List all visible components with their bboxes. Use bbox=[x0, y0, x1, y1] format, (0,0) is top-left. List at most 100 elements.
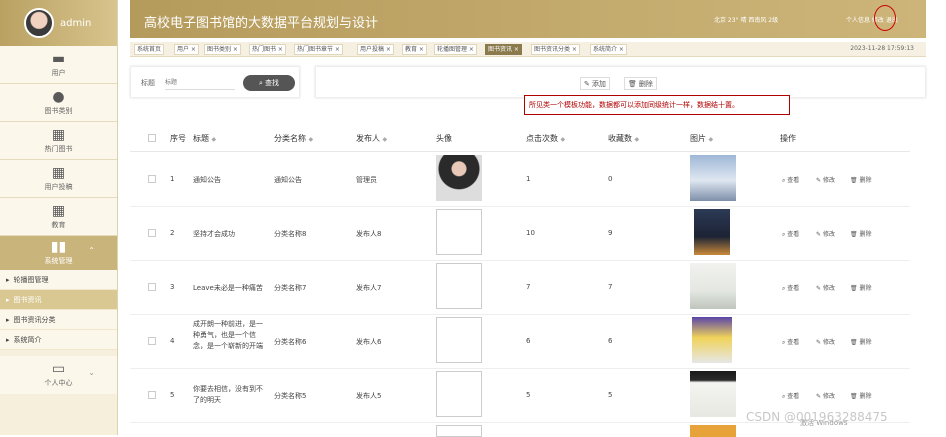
delete-row-button-label: 删除 bbox=[859, 285, 872, 292]
sidebar-subitem-about[interactable]: ▸ 系统简介 bbox=[0, 330, 117, 350]
sidebar-group-system[interactable]: ▮▮ 系统管理 ⌃ bbox=[0, 236, 117, 270]
delete-row-button[interactable]: 🗑 删除 bbox=[850, 283, 872, 292]
tab-about[interactable]: 系统简介 × bbox=[590, 44, 627, 55]
sidebar-item-hot-books[interactable]: ▦ 热门图书 bbox=[0, 122, 117, 160]
search-card: 标题 ⌕ 查找 bbox=[130, 66, 300, 98]
view-button-label: 查看 bbox=[787, 285, 800, 292]
sidebar-item-label: 用户 bbox=[51, 68, 66, 77]
view-button-label: 查看 bbox=[787, 393, 800, 400]
delete-row-button[interactable]: 🗑 删除 bbox=[850, 229, 872, 238]
tab-carousel[interactable]: 轮播图管理 × bbox=[434, 44, 477, 55]
sidebar-item-users[interactable]: ▬ 用户 bbox=[0, 46, 117, 84]
delete-row-button[interactable]: 🗑 删除 bbox=[850, 175, 872, 184]
search-icon: ⌕ bbox=[259, 78, 263, 87]
annotation-note: 所见类一个模板功能，数据都可以添加同级统计一样，数据结十置。 bbox=[524, 95, 790, 115]
cell-favorites: 7 bbox=[608, 283, 613, 291]
row-checkbox[interactable] bbox=[148, 229, 156, 237]
col-title[interactable]: 标题 ◆ bbox=[193, 133, 216, 144]
sidebar-item-label: 教育 bbox=[51, 220, 66, 229]
tab-home[interactable]: 系统首页 bbox=[134, 44, 165, 55]
col-clicks[interactable]: 点击次数 ◆ bbox=[526, 133, 565, 144]
search-button[interactable]: ⌕ 查找 bbox=[243, 75, 295, 91]
col-actions-label: 操作 bbox=[780, 134, 796, 143]
tab-hot-books[interactable]: 热门图书 × bbox=[249, 44, 286, 55]
row-checkbox[interactable] bbox=[148, 283, 156, 291]
cell-category: 分类名称5 bbox=[274, 392, 307, 400]
sidebar-item-user-posts[interactable]: ▦ 用户投稿 bbox=[0, 160, 117, 198]
view-button-label: 查看 bbox=[787, 231, 800, 238]
row-checkbox[interactable] bbox=[148, 391, 156, 399]
sort-icon: ◆ bbox=[708, 136, 714, 143]
tab-users[interactable]: 用户 × bbox=[174, 44, 199, 55]
tab-user-posts[interactable]: 用户投稿 × bbox=[357, 44, 394, 55]
delete-row-button-label: 删除 bbox=[859, 231, 872, 238]
row-checkbox[interactable] bbox=[148, 175, 156, 183]
table-row: 2 坚持才会成功 分类名称8 发布人8 10 9 ⌕ 查看 ✎ 修改 🗑 删除 bbox=[130, 207, 910, 261]
view-button[interactable]: ⌕ 查看 bbox=[782, 175, 799, 185]
news-image bbox=[690, 263, 736, 309]
cell-category: 分类名称7 bbox=[274, 284, 307, 292]
tab-education[interactable]: 教育 × bbox=[402, 44, 427, 55]
sidebar-item-personal-center[interactable]: ▭ 个人中心 ⌄ bbox=[0, 356, 117, 394]
table-row: 1 通知公告 通知公告 管理员 1 0 ⌕ 查看 ✎ 修改 🗑 删除 bbox=[130, 153, 910, 207]
search-button-label: 查找 bbox=[264, 79, 279, 87]
trash-icon: 🗑 bbox=[850, 231, 858, 238]
cell-index: 5 bbox=[170, 391, 175, 399]
tab-book-category[interactable]: 图书类别 × bbox=[204, 44, 241, 55]
cell-index: 1 bbox=[170, 175, 175, 183]
grid-icon: ▦ bbox=[51, 126, 66, 143]
view-button[interactable]: ⌕ 查看 bbox=[782, 283, 799, 293]
search-input[interactable] bbox=[165, 76, 235, 90]
sidebar-item-book-category[interactable]: ● 图书类别 bbox=[0, 84, 117, 122]
news-image bbox=[690, 425, 736, 437]
row-checkbox[interactable] bbox=[148, 337, 156, 345]
col-publisher[interactable]: 发布人 ◆ bbox=[356, 133, 387, 144]
sidebar-group-label: 系统管理 bbox=[44, 257, 73, 265]
sidebar-subitem-book-news[interactable]: ▸ 图书资讯 bbox=[0, 290, 117, 310]
delete-row-button[interactable]: 🗑 删除 bbox=[850, 337, 872, 346]
cell-category: 分类名称8 bbox=[274, 230, 307, 238]
col-index: 序号 bbox=[170, 133, 186, 144]
edit-button-label: 修改 bbox=[822, 393, 835, 400]
edit-button[interactable]: ✎ 修改 bbox=[816, 391, 835, 400]
cell-clicks: 10 bbox=[526, 229, 535, 237]
search-icon: ⌕ bbox=[782, 285, 786, 292]
add-button-label: 添加 bbox=[591, 79, 606, 88]
edit-button[interactable]: ✎ 修改 bbox=[816, 175, 835, 184]
tab-book-news[interactable]: 图书资讯 × bbox=[485, 44, 522, 55]
cell-category: 通知公告 bbox=[274, 176, 302, 184]
delete-row-button[interactable]: 🗑 删除 bbox=[850, 391, 872, 400]
cell-clicks: 7 bbox=[526, 283, 531, 291]
search-icon: ⌕ bbox=[782, 393, 786, 400]
sort-icon: ◆ bbox=[211, 136, 217, 143]
tab-news-category[interactable]: 图书资讯分类 × bbox=[531, 44, 580, 55]
col-favorites[interactable]: 收藏数 ◆ bbox=[608, 133, 639, 144]
edit-button[interactable]: ✎ 修改 bbox=[816, 337, 835, 346]
user-box: admin bbox=[0, 0, 117, 46]
chevron-up-icon: ⌃ bbox=[88, 246, 95, 255]
col-category[interactable]: 分类名称 ◆ bbox=[274, 133, 313, 144]
trash-icon: 🗑 bbox=[850, 339, 858, 346]
add-button[interactable]: ✎ 添加 bbox=[580, 77, 610, 90]
avatar-image-broken bbox=[436, 425, 482, 437]
sidebar-item-education[interactable]: ▦ 教育 bbox=[0, 198, 117, 236]
sidebar-subitem-news-category[interactable]: ▸ 图书资讯分类 bbox=[0, 310, 117, 330]
avatar-image bbox=[436, 155, 482, 201]
select-all-checkbox[interactable] bbox=[148, 134, 156, 142]
cell-favorites: 5 bbox=[608, 391, 613, 399]
edit-button[interactable]: ✎ 修改 bbox=[816, 283, 835, 292]
delete-button[interactable]: 🗑 删除 bbox=[624, 77, 657, 90]
sort-icon: ◆ bbox=[308, 136, 314, 143]
view-button[interactable]: ⌕ 查看 bbox=[782, 391, 799, 401]
edit-button[interactable]: ✎ 修改 bbox=[816, 229, 835, 238]
cell-clicks: 6 bbox=[526, 337, 531, 345]
tab-hot-book-chapters[interactable]: 热门图书章节 × bbox=[294, 44, 343, 55]
avatar[interactable] bbox=[24, 8, 54, 38]
sidebar-subitem-carousel[interactable]: ▸ 轮播图管理 bbox=[0, 270, 117, 290]
view-button[interactable]: ⌕ 查看 bbox=[782, 337, 799, 347]
cell-favorites: 9 bbox=[608, 229, 613, 237]
view-button[interactable]: ⌕ 查看 bbox=[782, 229, 799, 239]
col-avatar: 头像 bbox=[436, 133, 452, 144]
cell-title: Leave未必是一种痛苦 bbox=[193, 284, 263, 292]
col-image-label: 图片 bbox=[690, 134, 706, 143]
